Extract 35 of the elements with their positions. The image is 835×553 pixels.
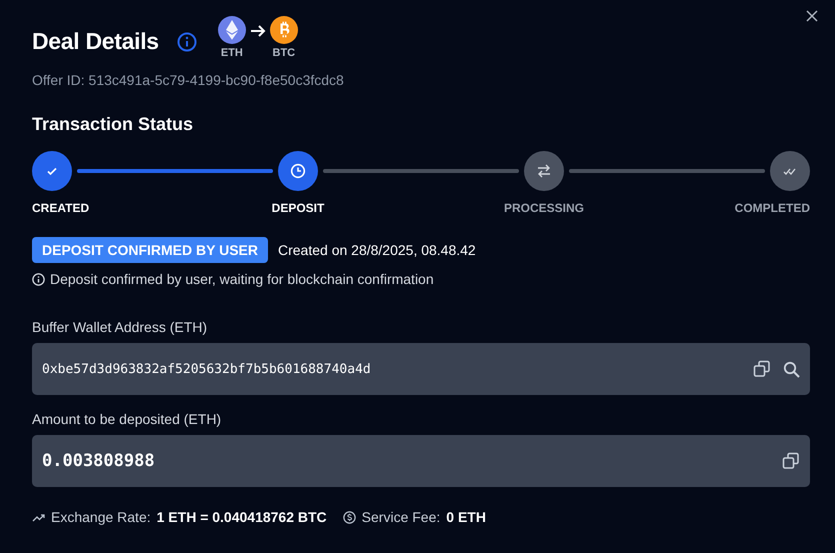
arrow-right-icon	[250, 25, 266, 37]
eth-coin-icon	[218, 16, 246, 44]
close-button[interactable]	[805, 9, 819, 23]
created-date: Created on 28/8/2025, 08.48.42	[278, 242, 476, 258]
status-note: Deposit confirmed by user, waiting for blockchain confirmation	[50, 271, 434, 287]
step-label: DEPOSIT	[272, 201, 324, 215]
copy-icon[interactable]	[782, 452, 800, 470]
info-icon	[32, 272, 45, 286]
field-label: Amount to be deposited (ETH)	[32, 411, 222, 427]
trend-icon	[32, 512, 45, 522]
info-icon[interactable]	[176, 32, 197, 52]
status-badge: DEPOSIT CONFIRMED BY USER	[32, 237, 268, 263]
footer-value: 1 ETH = 0.040418762 BTC	[156, 509, 327, 525]
coin-icon	[342, 510, 356, 524]
footer-label: Exchange Rate:	[51, 509, 151, 525]
double-check-icon	[783, 166, 797, 176]
footer-label: Service Fee:	[362, 509, 440, 525]
step-label: PROCESSING	[504, 201, 584, 215]
btc-coin-icon	[270, 16, 298, 44]
address-field[interactable]: 0xbe57d3d963832af5205632bf7b5b601688740a4d	[32, 343, 810, 395]
amount-field[interactable]: 0.003808988	[32, 435, 810, 487]
dialog-title: Deal Details	[32, 28, 159, 55]
section-heading: Transaction Status	[32, 114, 194, 135]
search-icon[interactable]	[783, 360, 800, 378]
step-label: COMPLETED	[734, 201, 810, 215]
copy-icon[interactable]	[753, 360, 771, 378]
coin-label: BTC	[272, 47, 296, 59]
coin-label: ETH	[220, 47, 243, 59]
field-label: Buffer Wallet Address (ETH)	[32, 319, 208, 335]
offer-id: Offer ID: 513c491a-5c79-4199-bc90-f8e50c3fcdc8	[32, 72, 345, 88]
clock-icon	[290, 163, 306, 179]
swap-arrows-icon	[536, 164, 552, 178]
step-label: CREATED	[32, 201, 90, 215]
footer-value: 0 ETH	[446, 509, 486, 525]
check-icon	[46, 165, 58, 177]
